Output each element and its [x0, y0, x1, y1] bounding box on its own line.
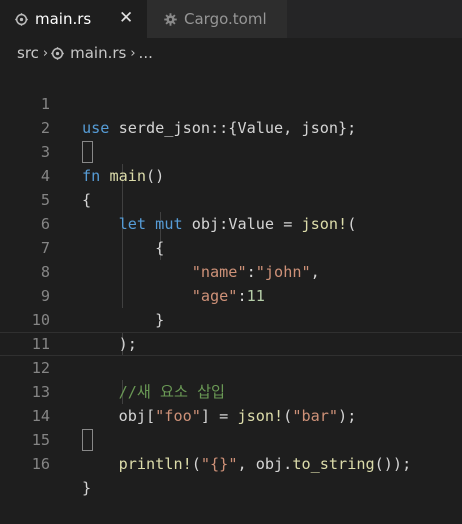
code-line: 3 fn main() — [0, 116, 462, 185]
breadcrumb: src › main.rs › ... — [0, 38, 462, 68]
tab-bar: main.rs ✕ Cargo.toml — [0, 0, 462, 38]
code-line: 15 println!("{}", obj.to_string()); — [0, 404, 462, 473]
code-line: 2 — [0, 92, 462, 137]
code-line: 1 use serde_json::{Value, json}; — [0, 68, 462, 137]
code-line: 8 "age":11 — [0, 236, 462, 305]
code-line: 9 } — [0, 260, 462, 329]
code-line: 10 ); — [0, 284, 462, 353]
code-line: 6 { — [0, 188, 462, 257]
code-line: 11 — [0, 308, 462, 353]
code-line: 5 let mut obj:Value = json!( — [0, 164, 462, 233]
chevron-right-icon: › — [130, 45, 136, 61]
breadcrumb-item-src[interactable]: src — [17, 44, 39, 62]
tab-main-rs[interactable]: main.rs ✕ — [0, 0, 147, 38]
breadcrumb-label: src — [17, 44, 39, 62]
line-number: 16 — [31, 455, 50, 473]
code-line: 4 { — [0, 140, 462, 209]
code-line: 14 — [0, 380, 462, 425]
close-icon[interactable]: ✕ — [119, 9, 133, 27]
code-line: 7 "name":"john", — [0, 212, 462, 281]
gear-icon — [164, 12, 177, 26]
breadcrumb-label: main.rs — [70, 44, 127, 62]
tab-label: main.rs — [35, 10, 92, 28]
breadcrumb-item-symbol[interactable]: ... — [139, 44, 153, 62]
breadcrumb-item-file[interactable]: main.rs — [51, 44, 126, 62]
rust-icon — [51, 46, 64, 60]
chevron-right-icon: › — [42, 45, 49, 61]
code-line: 16 } — [0, 428, 462, 497]
rust-icon — [15, 12, 28, 26]
tab-cargo-toml[interactable]: Cargo.toml — [147, 0, 287, 38]
tab-label: Cargo.toml — [184, 10, 267, 28]
code-line: 13 obj["foo"] = json!("bar"); — [0, 356, 462, 425]
code-line-current: 12 //새 요소 삽입 — [0, 332, 462, 401]
code-editor[interactable]: 1 use serde_json::{Value, json}; 2 3 fn … — [0, 68, 462, 497]
breadcrumb-label: ... — [138, 44, 153, 62]
